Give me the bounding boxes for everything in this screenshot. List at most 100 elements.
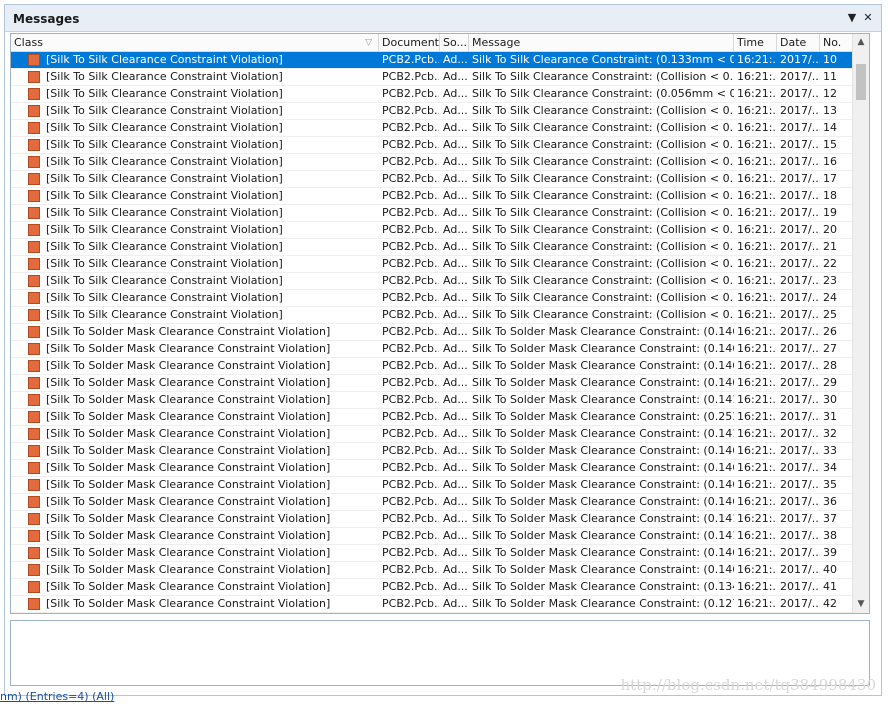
cell-class: [Silk To Solder Mask Clearance Constrain… bbox=[46, 478, 331, 491]
cell-date: 2017/... bbox=[780, 240, 820, 253]
cell-class: [Silk To Solder Mask Clearance Constrain… bbox=[46, 376, 331, 389]
column-header-document[interactable]: Document bbox=[379, 34, 440, 51]
table-row[interactable]: [Silk To Silk Clearance Constraint Viola… bbox=[11, 239, 853, 256]
table-row[interactable]: [Silk To Silk Clearance Constraint Viola… bbox=[11, 137, 853, 154]
violation-icon bbox=[28, 292, 40, 304]
table-row[interactable]: [Silk To Solder Mask Clearance Constrain… bbox=[11, 426, 853, 443]
scroll-down-icon[interactable]: ▼ bbox=[853, 596, 869, 613]
column-header-no[interactable]: No. bbox=[820, 34, 853, 51]
cell-source: Ad... bbox=[443, 597, 468, 610]
table-row[interactable]: [Silk To Silk Clearance Constraint Viola… bbox=[11, 171, 853, 188]
table-row[interactable]: [Silk To Solder Mask Clearance Constrain… bbox=[11, 392, 853, 409]
cell-no: 22 bbox=[823, 257, 837, 270]
cell-message: Silk To Solder Mask Clearance Constraint… bbox=[472, 512, 734, 525]
scroll-up-icon[interactable]: ▲ bbox=[853, 34, 869, 51]
cell-message: Silk To Silk Clearance Constraint: (Coll… bbox=[472, 155, 734, 168]
cell-no: 37 bbox=[823, 512, 837, 525]
table-row[interactable]: [Silk To Silk Clearance Constraint Viola… bbox=[11, 256, 853, 273]
cell-document: PCB2.Pcb... bbox=[382, 461, 439, 474]
table-row[interactable]: [Silk To Solder Mask Clearance Constrain… bbox=[11, 596, 853, 613]
scroll-thumb[interactable] bbox=[856, 64, 866, 100]
table-row[interactable]: [Silk To Solder Mask Clearance Constrain… bbox=[11, 511, 853, 528]
table-row[interactable]: [Silk To Silk Clearance Constraint Viola… bbox=[11, 52, 853, 69]
cell-date: 2017/... bbox=[780, 563, 820, 576]
cell-time: 16:21:... bbox=[737, 325, 777, 338]
table-row[interactable]: [Silk To Solder Mask Clearance Constrain… bbox=[11, 358, 853, 375]
watermark: http://blog.csdn.net/tq384998430 bbox=[620, 676, 876, 694]
table-row[interactable]: [Silk To Silk Clearance Constraint Viola… bbox=[11, 154, 853, 171]
cell-message: Silk To Solder Mask Clearance Constraint… bbox=[472, 580, 734, 593]
violation-icon bbox=[28, 139, 40, 151]
violation-icon bbox=[28, 428, 40, 440]
cell-source: Ad... bbox=[443, 342, 468, 355]
table-row[interactable]: [Silk To Silk Clearance Constraint Viola… bbox=[11, 69, 853, 86]
table-row[interactable]: [Silk To Solder Mask Clearance Constrain… bbox=[11, 341, 853, 358]
cell-no: 30 bbox=[823, 393, 837, 406]
cell-no: 14 bbox=[823, 121, 837, 134]
table-row[interactable]: [Silk To Solder Mask Clearance Constrain… bbox=[11, 579, 853, 596]
cell-date: 2017/... bbox=[780, 597, 820, 610]
panel-menu-icon[interactable]: ▼ bbox=[845, 11, 859, 25]
cell-date: 2017/... bbox=[780, 546, 820, 559]
violation-icon bbox=[28, 411, 40, 423]
cell-class: [Silk To Solder Mask Clearance Constrain… bbox=[46, 325, 331, 338]
column-header-class[interactable]: Class ▽ bbox=[11, 34, 379, 51]
column-header-source[interactable]: So... bbox=[440, 34, 469, 51]
cell-date: 2017/... bbox=[780, 308, 820, 321]
cell-no: 23 bbox=[823, 274, 837, 287]
table-row[interactable]: [Silk To Silk Clearance Constraint Viola… bbox=[11, 188, 853, 205]
cell-message: Silk To Silk Clearance Constraint: (Coll… bbox=[472, 223, 734, 236]
cell-document: PCB2.Pcb... bbox=[382, 70, 439, 83]
table-row[interactable]: [Silk To Silk Clearance Constraint Viola… bbox=[11, 307, 853, 324]
table-row[interactable]: [Silk To Silk Clearance Constraint Viola… bbox=[11, 205, 853, 222]
violation-icon bbox=[28, 394, 40, 406]
table-row[interactable]: [Silk To Silk Clearance Constraint Viola… bbox=[11, 273, 853, 290]
violation-icon bbox=[28, 88, 40, 100]
table-row[interactable]: [Silk To Silk Clearance Constraint Viola… bbox=[11, 290, 853, 307]
cell-source: Ad... bbox=[443, 53, 468, 66]
table-row[interactable]: [Silk To Solder Mask Clearance Constrain… bbox=[11, 562, 853, 579]
table-row[interactable]: [Silk To Solder Mask Clearance Constrain… bbox=[11, 409, 853, 426]
vertical-scrollbar[interactable]: ▲ ▼ bbox=[852, 34, 869, 613]
violation-icon bbox=[28, 513, 40, 525]
cell-time: 16:21:... bbox=[737, 138, 777, 151]
cell-time: 16:21:... bbox=[737, 87, 777, 100]
cell-message: Silk To Solder Mask Clearance Constraint… bbox=[472, 563, 734, 576]
column-header-date[interactable]: Date bbox=[777, 34, 820, 51]
cell-document: PCB2.Pcb... bbox=[382, 512, 439, 525]
violation-icon bbox=[28, 496, 40, 508]
cell-class: [Silk To Silk Clearance Constraint Viola… bbox=[46, 121, 283, 134]
cell-time: 16:21:... bbox=[737, 172, 777, 185]
table-row[interactable]: [Silk To Solder Mask Clearance Constrain… bbox=[11, 528, 853, 545]
cell-date: 2017/... bbox=[780, 444, 820, 457]
column-header-message[interactable]: Message bbox=[469, 34, 734, 51]
status-link[interactable]: nm) (Entries=4) (All) bbox=[0, 690, 114, 703]
column-header-time[interactable]: Time bbox=[734, 34, 777, 51]
table-row[interactable]: [Silk To Solder Mask Clearance Constrain… bbox=[11, 477, 853, 494]
table-row[interactable]: [Silk To Solder Mask Clearance Constrain… bbox=[11, 375, 853, 392]
cell-no: 34 bbox=[823, 461, 837, 474]
close-icon[interactable]: ✕ bbox=[861, 11, 875, 25]
cell-date: 2017/... bbox=[780, 257, 820, 270]
table-row[interactable]: [Silk To Solder Mask Clearance Constrain… bbox=[11, 324, 853, 341]
cell-document: PCB2.Pcb... bbox=[382, 308, 439, 321]
violation-icon bbox=[28, 360, 40, 372]
cell-source: Ad... bbox=[443, 240, 468, 253]
table-row[interactable]: [Silk To Silk Clearance Constraint Viola… bbox=[11, 86, 853, 103]
cell-no: 24 bbox=[823, 291, 837, 304]
cell-no: 21 bbox=[823, 240, 837, 253]
table-row[interactable]: [Silk To Solder Mask Clearance Constrain… bbox=[11, 494, 853, 511]
cell-document: PCB2.Pcb... bbox=[382, 121, 439, 134]
table-row[interactable]: [Silk To Silk Clearance Constraint Viola… bbox=[11, 222, 853, 239]
table-row[interactable]: [Silk To Solder Mask Clearance Constrain… bbox=[11, 545, 853, 562]
table-row[interactable]: [Silk To Solder Mask Clearance Constrain… bbox=[11, 443, 853, 460]
table-row[interactable]: [Silk To Silk Clearance Constraint Viola… bbox=[11, 103, 853, 120]
cell-no: 15 bbox=[823, 138, 837, 151]
cell-message: Silk To Solder Mask Clearance Constraint… bbox=[472, 444, 734, 457]
table-row[interactable]: [Silk To Silk Clearance Constraint Viola… bbox=[11, 120, 853, 137]
table-row[interactable]: [Silk To Solder Mask Clearance Constrain… bbox=[11, 460, 853, 477]
filter-icon[interactable]: ▽ bbox=[365, 35, 372, 51]
cell-no: 35 bbox=[823, 478, 837, 491]
cell-date: 2017/... bbox=[780, 427, 820, 440]
cell-time: 16:21:... bbox=[737, 495, 777, 508]
